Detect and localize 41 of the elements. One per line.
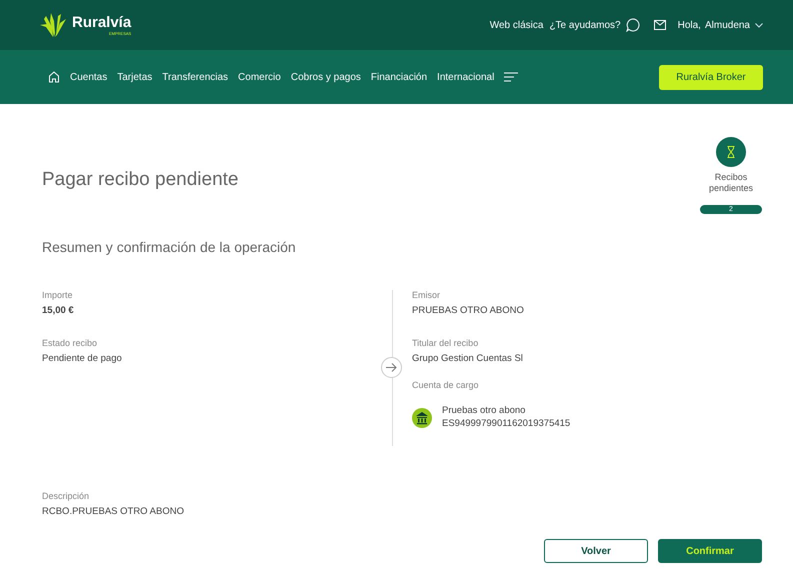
pending-receipts-label: Recibos pendientes: [708, 172, 754, 194]
logo-icon: [40, 13, 68, 37]
home-icon[interactable]: [48, 71, 60, 83]
nav-link[interactable]: Cobros y pagos: [290, 72, 361, 82]
field-value: RCBO.PRUEBAS OTRO ABONO: [42, 506, 185, 517]
nav-link[interactable]: Comercio: [238, 72, 281, 82]
field-label: Cuenta de cargo: [412, 380, 480, 390]
field-label: Emisor: [412, 290, 442, 300]
nav-link[interactable]: Financiación: [370, 72, 428, 82]
confirm-button[interactable]: Confirmar: [658, 539, 762, 563]
help-link[interactable]: ¿Te ayudamos?: [549, 20, 621, 30]
chat-icon[interactable]: [626, 18, 640, 32]
nav-link[interactable]: Internacional: [437, 72, 494, 82]
page-subtitle: Resumen y confirmación de la operación: [42, 239, 296, 255]
nav-link[interactable]: Cuentas: [70, 72, 108, 82]
broker-button[interactable]: Ruralvía Broker: [659, 64, 763, 90]
greeting-text: Hola,: [678, 20, 701, 30]
account-name: Pruebas otro abono: [442, 405, 526, 418]
field-label: Estado recibo: [42, 338, 98, 348]
classic-web-link[interactable]: Web clásica: [490, 20, 544, 30]
hourglass-icon: [727, 146, 735, 158]
mail-icon[interactable]: [654, 20, 666, 30]
bank-icon: [412, 408, 432, 428]
field-value: 15,00 €: [42, 305, 75, 316]
field-label: Descripción: [42, 491, 90, 501]
menu-icon[interactable]: [504, 72, 518, 82]
page-title: Pagar recibo pendiente: [42, 169, 238, 191]
field-label: Titular del recibo: [412, 338, 480, 348]
brand-name: Ruralvía: [72, 14, 132, 31]
back-button[interactable]: Volver: [544, 539, 648, 563]
chevron-down-icon[interactable]: [755, 22, 763, 28]
arrow-right-icon: [381, 357, 402, 378]
field-value: Grupo Gestion Cuentas Sl: [412, 353, 524, 364]
field-value: PRUEBAS OTRO ABONO: [412, 305, 525, 316]
nav-link[interactable]: Transferencias: [162, 72, 228, 82]
nav-link[interactable]: Tarjetas: [117, 72, 152, 82]
account-iban: ES9499979901162019375415: [442, 418, 570, 431]
pending-receipts-button[interactable]: [716, 137, 746, 167]
user-menu[interactable]: Almudena: [704, 20, 750, 30]
field-value: Pendiente de pago: [42, 353, 123, 364]
field-label: Importe: [42, 290, 74, 300]
